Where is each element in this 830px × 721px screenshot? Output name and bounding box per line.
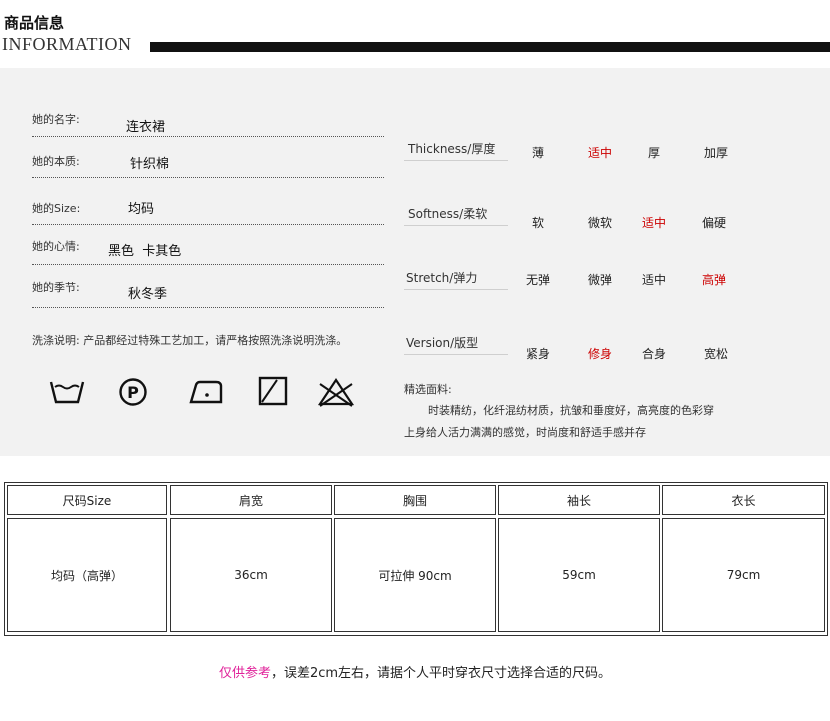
attr-option: 软 (531, 216, 544, 230)
table-cell-sleeve: 59cm (498, 518, 660, 632)
attr-option: 合身 (641, 347, 666, 361)
table-header-bust: 胸围 (334, 485, 496, 515)
attr-option: 偏硬 (701, 216, 726, 230)
header-rule (150, 42, 830, 52)
attr-option: 薄 (531, 146, 544, 160)
line-dry-icon (258, 376, 288, 410)
info-label-color: 她的心情: (32, 240, 80, 253)
divider (404, 225, 508, 226)
attr-option: 宽松 (703, 347, 728, 361)
info-value-size: 均码 (128, 202, 155, 217)
table-header-size: 尺码Size (7, 485, 167, 515)
info-value-name: 连衣裙 (126, 120, 166, 135)
table-header-length: 衣长 (662, 485, 825, 515)
footer-text: ，误差2cm左右，请据个人平时穿衣尺寸选择合适的尺码。 (270, 666, 612, 681)
info-label-size: 她的Size: (32, 202, 81, 215)
attr-label-stretch: Stretch/弹力 (406, 271, 478, 285)
iron-low-icon (186, 378, 226, 410)
attr-option-selected: 修身 (587, 347, 612, 361)
info-label-name: 她的名字: (32, 113, 80, 126)
attr-option: 加厚 (703, 146, 728, 160)
dry-clean-p-icon: P (118, 377, 148, 411)
attr-option: 适中 (641, 273, 666, 287)
divider (404, 289, 508, 290)
attr-label-thickness: Thickness/厚度 (408, 142, 496, 156)
footer-note: 仅供参考，误差2cm左右，请据个人平时穿衣尺寸选择合适的尺码。 (0, 662, 830, 681)
info-value-color: 黑色 卡其色 (108, 244, 182, 259)
info-value-season: 秋冬季 (128, 287, 168, 302)
attr-option-selected: 高弹 (701, 273, 726, 287)
table-cell-bust: 可拉伸 90cm (334, 518, 496, 632)
divider (32, 136, 384, 137)
section-title-en: INFORMATION (2, 34, 132, 54)
table-header-shoulder: 肩宽 (170, 485, 332, 515)
attr-label-version: Version/版型 (406, 336, 479, 350)
attr-option: 紧身 (525, 347, 550, 361)
attr-option: 微软 (587, 216, 612, 230)
divider (32, 177, 384, 178)
attr-option-selected: 适中 (587, 146, 612, 160)
table-cell-length: 79cm (662, 518, 825, 632)
attr-option: 微弹 (587, 273, 612, 287)
divider (404, 354, 508, 355)
table-cell-size: 均码（高弹） (7, 518, 167, 632)
svg-text:P: P (127, 383, 139, 402)
footer-highlight: 仅供参考 (218, 666, 271, 681)
info-label-season: 她的季节: (32, 281, 80, 294)
table-header-sleeve: 袖长 (498, 485, 660, 515)
hand-wash-icon (48, 376, 86, 410)
attr-option: 厚 (647, 146, 660, 160)
divider (404, 160, 508, 161)
divider (32, 264, 384, 265)
attr-option: 无弹 (525, 273, 550, 287)
table-cell-shoulder: 36cm (170, 518, 332, 632)
info-value-material: 针织棉 (130, 157, 170, 172)
care-note: 洗涤说明: 产品都经过特殊工艺加工，请严格按照洗涤说明洗涤。 (32, 334, 348, 347)
attr-label-softness: Softness/柔软 (408, 207, 488, 221)
fabric-description-line1: 时装精纺，化纤混纺材质，抗皱和垂度好，高亮度的色彩穿 (428, 404, 714, 417)
size-table: 尺码Size 肩宽 胸围 袖长 衣长 均码（高弹） 36cm 可拉伸 90cm … (4, 482, 828, 636)
divider (32, 224, 384, 225)
fabric-description-line2: 上身给人活力满满的感觉，时尚度和舒适手感并存 (404, 426, 646, 439)
divider (32, 307, 384, 308)
fabric-title: 精选面料: (404, 383, 452, 396)
info-label-material: 她的本质: (32, 155, 80, 168)
do-not-bleach-icon (316, 376, 356, 412)
attr-option-selected: 适中 (641, 216, 666, 230)
section-title-cn: 商品信息 (4, 14, 65, 32)
